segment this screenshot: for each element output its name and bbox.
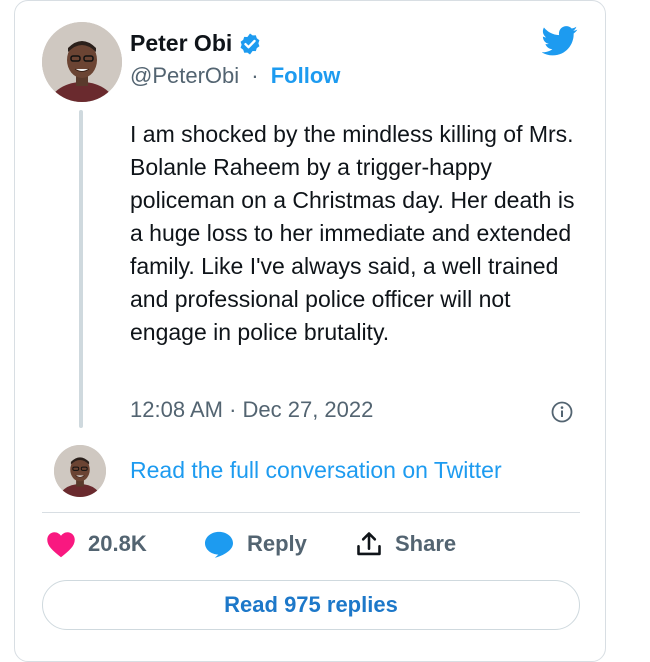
tweet-timestamp[interactable]: 12:08 AM · Dec 27, 2022 <box>130 397 373 423</box>
author-name[interactable]: Peter Obi <box>130 30 232 57</box>
read-replies-label: Read 975 replies <box>224 592 398 617</box>
follow-link[interactable]: Follow <box>271 63 341 88</box>
author-handle-row: @PeterObi · Follow <box>130 63 340 89</box>
verified-badge-icon <box>240 33 260 54</box>
share-upload-icon <box>357 532 381 556</box>
divider <box>42 512 580 513</box>
tweet-text: I am shocked by the mindless killing of … <box>130 121 575 345</box>
conversation-avatar[interactable] <box>54 445 106 497</box>
author-name-row: Peter Obi <box>130 30 262 57</box>
author-avatar[interactable] <box>42 22 122 102</box>
author-handle[interactable]: @PeterObi <box>130 63 239 88</box>
read-full-conversation-link[interactable]: Read the full conversation on Twitter <box>130 457 502 484</box>
info-icon[interactable] <box>551 401 573 423</box>
twitter-bird-icon[interactable] <box>542 26 578 56</box>
share-label: Share <box>395 531 457 556</box>
like-count: 20.8K <box>88 531 147 556</box>
reply-label: Reply <box>247 531 307 556</box>
thread-line <box>79 110 83 428</box>
read-replies-button[interactable]: Read 975 replies <box>42 580 580 630</box>
like-button[interactable]: 20.8K <box>46 530 147 558</box>
share-button[interactable]: Share <box>355 530 456 558</box>
speech-bubble-icon <box>205 531 233 558</box>
heart-icon <box>47 532 75 558</box>
handle-separator: · <box>251 63 259 88</box>
reply-button[interactable]: Reply <box>203 530 307 558</box>
